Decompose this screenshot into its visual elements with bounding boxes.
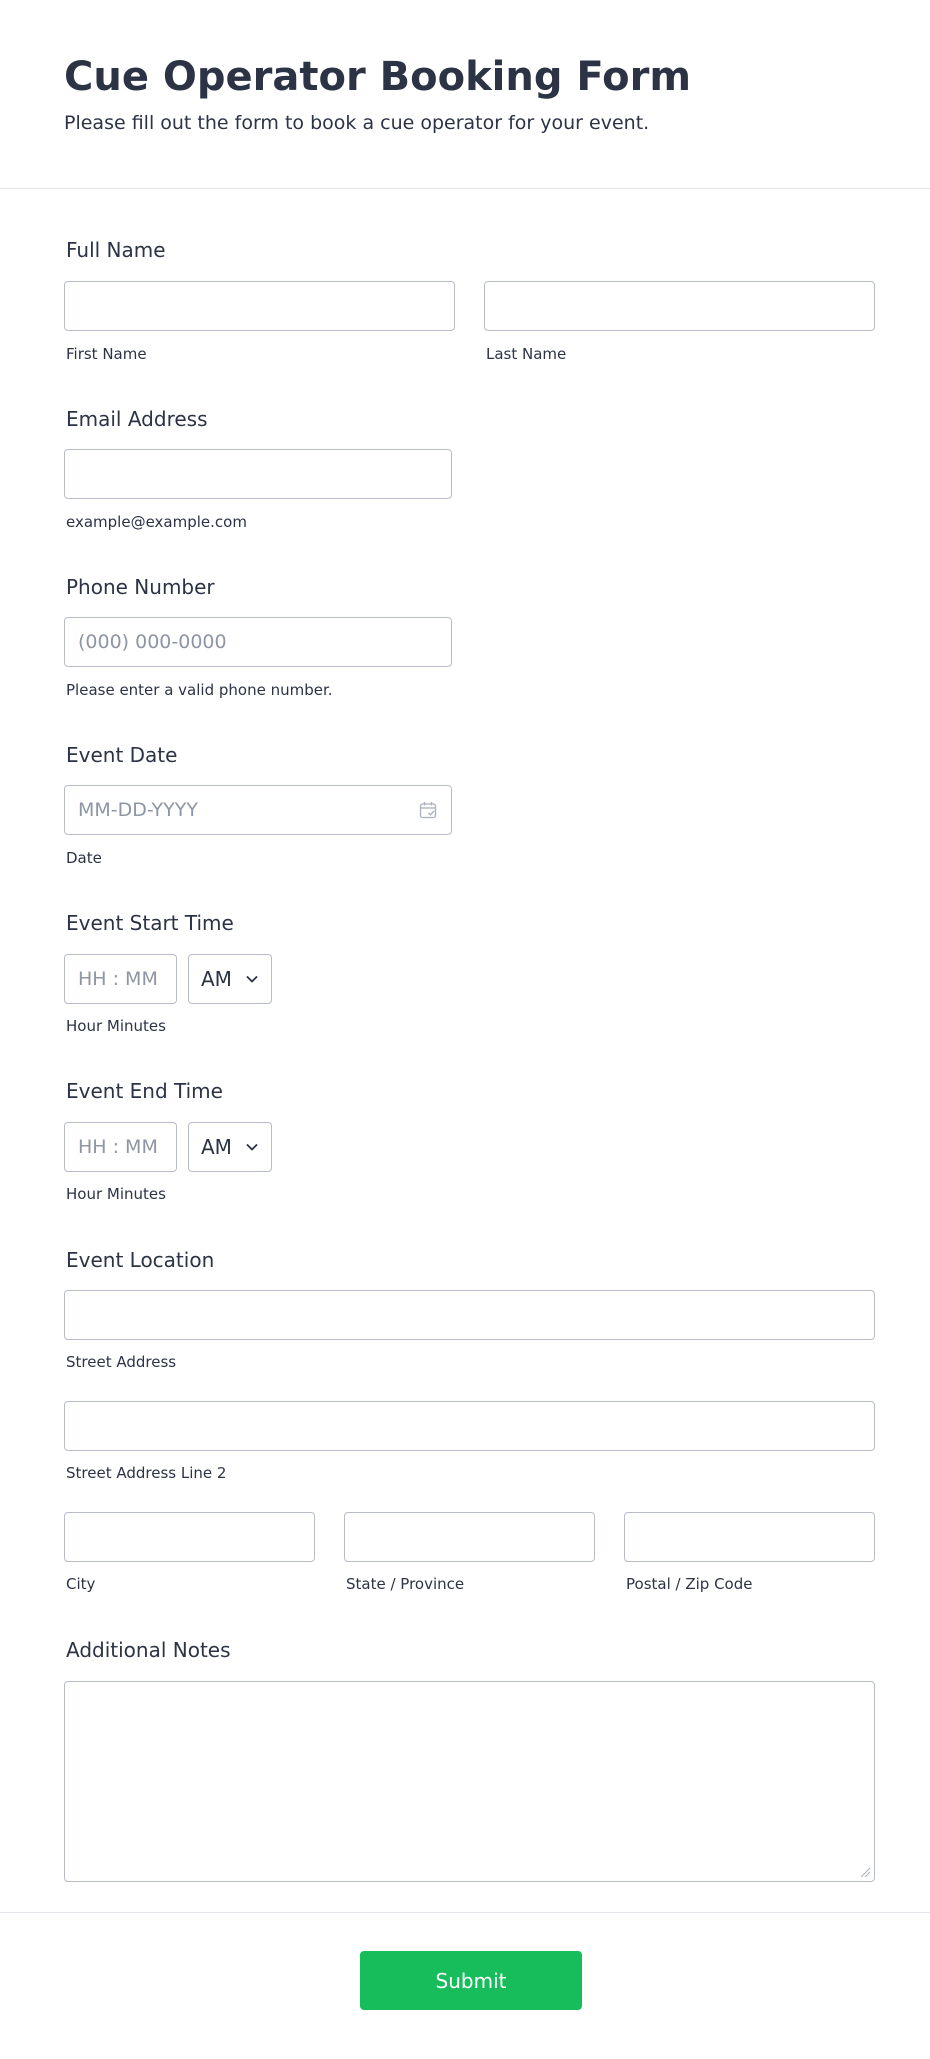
street-address-line2-input[interactable] [64, 1401, 875, 1451]
notes-label: Additional Notes [66, 1638, 231, 1662]
city-sublabel: City [66, 1575, 96, 1593]
email-label: Email Address [66, 407, 208, 431]
calendar-icon[interactable] [419, 801, 437, 819]
resize-grip-icon[interactable] [860, 1867, 871, 1878]
chevron-down-icon [246, 1144, 258, 1151]
event-date-sublabel: Date [66, 849, 102, 867]
phone-input[interactable] [64, 617, 452, 667]
end-time-period-value: AM [201, 1135, 232, 1159]
start-time-input[interactable] [64, 954, 177, 1004]
notes-textarea[interactable] [64, 1681, 875, 1882]
form-subtitle: Please fill out the form to book a cue o… [64, 112, 650, 134]
form-title: Cue Operator Booking Form [64, 54, 692, 100]
end-time-sublabel: Hour Minutes [66, 1185, 166, 1203]
start-time-period-select[interactable]: AM [188, 954, 272, 1004]
end-time-input[interactable] [64, 1122, 177, 1172]
street-address-sublabel: Street Address [66, 1353, 177, 1371]
email-sublabel: example@example.com [66, 513, 247, 531]
first-name-input[interactable] [64, 281, 455, 331]
street-address-line2-sublabel: Street Address Line 2 [66, 1464, 227, 1482]
submit-button[interactable]: Submit [360, 1951, 582, 2010]
state-sublabel: State / Province [346, 1575, 465, 1593]
email-input[interactable] [64, 449, 452, 499]
event-date-input[interactable] [64, 785, 452, 835]
zip-code-sublabel: Postal / Zip Code [626, 1575, 753, 1593]
zip-code-input[interactable] [624, 1512, 875, 1562]
last-name-input[interactable] [484, 281, 875, 331]
end-time-period-select[interactable]: AM [188, 1122, 272, 1172]
phone-sublabel: Please enter a valid phone number. [66, 681, 333, 699]
form-header: Cue Operator Booking Form Please fill ou… [0, 0, 930, 189]
city-input[interactable] [64, 1512, 315, 1562]
end-time-label: Event End Time [66, 1079, 223, 1103]
location-label: Event Location [66, 1248, 215, 1272]
start-time-period-value: AM [201, 967, 232, 991]
last-name-sublabel: Last Name [486, 345, 567, 363]
start-time-sublabel: Hour Minutes [66, 1017, 166, 1035]
chevron-down-icon [246, 976, 258, 983]
full-name-label: Full Name [66, 238, 166, 262]
street-address-input[interactable] [64, 1290, 875, 1340]
first-name-sublabel: First Name [66, 345, 147, 363]
phone-label: Phone Number [66, 575, 215, 599]
start-time-label: Event Start Time [66, 911, 234, 935]
event-date-label: Event Date [66, 743, 178, 767]
state-input[interactable] [344, 1512, 595, 1562]
